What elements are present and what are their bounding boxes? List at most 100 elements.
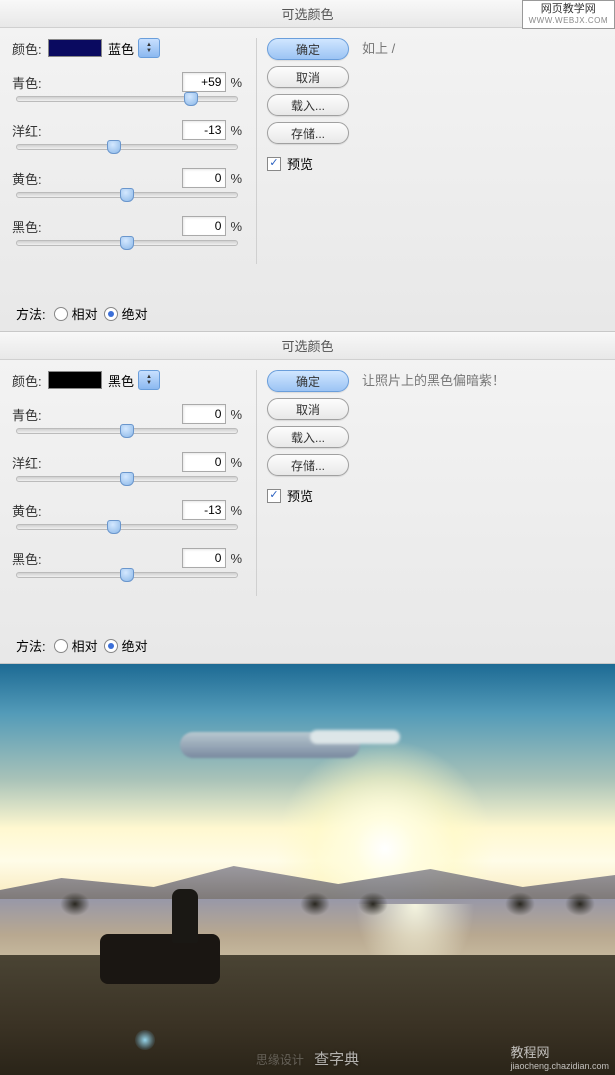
black-label: 黑色: bbox=[12, 549, 42, 568]
load-button[interactable]: 载入... bbox=[267, 426, 349, 448]
color-name: 黑色 bbox=[108, 371, 134, 390]
watermark-badge: 网页教学网 WWW.WEBJX.COM bbox=[522, 0, 615, 29]
magenta-thumb[interactable] bbox=[107, 140, 121, 154]
color-stepper[interactable]: ▲▼ bbox=[138, 38, 160, 58]
save-button[interactable]: 存储... bbox=[267, 122, 349, 144]
tree-shape bbox=[565, 892, 595, 916]
relative-label: 相对 bbox=[72, 304, 98, 323]
ok-button[interactable]: 确定 bbox=[267, 38, 349, 60]
percent-sign: % bbox=[230, 219, 242, 234]
person-silhouette bbox=[172, 889, 198, 943]
tree-shape bbox=[300, 892, 330, 916]
tree-shape bbox=[358, 892, 388, 916]
yellow-thumb[interactable] bbox=[120, 188, 134, 202]
color-label: 颜色: bbox=[12, 371, 48, 390]
black-thumb[interactable] bbox=[120, 568, 134, 582]
color-stepper[interactable]: ▲▼ bbox=[138, 370, 160, 390]
selective-color-panel-2: 可选颜色 让照片上的黑色偏暗紫！ 颜色: 黑色 ▲▼ 青色: % bbox=[0, 332, 615, 664]
yellow-track[interactable] bbox=[16, 192, 238, 198]
color-selector-row: 颜色: 蓝色 ▲▼ bbox=[12, 38, 242, 58]
cyan-track[interactable] bbox=[16, 428, 238, 434]
lens-flare bbox=[135, 1030, 155, 1050]
preview-label: 预览 bbox=[287, 154, 313, 173]
watermark-right: 教程网 jiaocheng.chazidian.com bbox=[510, 1042, 609, 1071]
result-photo: 思缘设计 查字典 教程网 jiaocheng.chazidian.com bbox=[0, 664, 615, 1075]
method-relative[interactable]: 相对 bbox=[54, 304, 98, 323]
radio-icon[interactable] bbox=[54, 639, 68, 653]
tree-shape bbox=[60, 892, 90, 916]
black-slider-group: 黑色: % bbox=[12, 548, 242, 578]
yellow-thumb[interactable] bbox=[107, 520, 121, 534]
color-swatch[interactable] bbox=[48, 371, 102, 389]
black-thumb[interactable] bbox=[120, 236, 134, 250]
wm-faint: 思缘设计 bbox=[256, 1053, 304, 1067]
panel-title: 可选颜色 bbox=[0, 332, 615, 360]
magenta-slider-group: 洋红: % bbox=[12, 452, 242, 482]
method-absolute[interactable]: 绝对 bbox=[104, 636, 148, 655]
watermark-center: 思缘设计 查字典 bbox=[256, 1048, 359, 1069]
preview-label: 预览 bbox=[287, 486, 313, 505]
cyan-thumb[interactable] bbox=[120, 424, 134, 438]
magenta-input[interactable] bbox=[182, 120, 226, 140]
method-label: 方法: bbox=[16, 636, 46, 655]
method-relative[interactable]: 相对 bbox=[54, 636, 98, 655]
cyan-input[interactable] bbox=[182, 72, 226, 92]
black-label: 黑色: bbox=[12, 217, 42, 236]
color-swatch[interactable] bbox=[48, 39, 102, 57]
magenta-label: 洋红: bbox=[12, 121, 42, 140]
save-button[interactable]: 存储... bbox=[267, 454, 349, 476]
color-label: 颜色: bbox=[12, 39, 48, 58]
cancel-button[interactable]: 取消 bbox=[267, 66, 349, 88]
wm-right-main: 教程网 bbox=[510, 1045, 549, 1060]
selective-color-panel-1: 网页教学网 WWW.WEBJX.COM 可选颜色 如上 / 颜色: 蓝色 ▲▼ … bbox=[0, 0, 615, 332]
magenta-input[interactable] bbox=[182, 452, 226, 472]
percent-sign: % bbox=[230, 551, 242, 566]
yellow-input[interactable] bbox=[182, 500, 226, 520]
black-input[interactable] bbox=[182, 216, 226, 236]
color-selector-row: 颜色: 黑色 ▲▼ bbox=[12, 370, 242, 390]
cancel-button[interactable]: 取消 bbox=[267, 398, 349, 420]
watermark-main: 网页教学网 bbox=[529, 3, 608, 16]
black-slider-group: 黑色: % bbox=[12, 216, 242, 246]
radio-icon[interactable] bbox=[54, 307, 68, 321]
load-button[interactable]: 载入... bbox=[267, 94, 349, 116]
magenta-track[interactable] bbox=[16, 476, 238, 482]
method-label: 方法: bbox=[16, 304, 46, 323]
color-name: 蓝色 bbox=[108, 39, 134, 58]
radio-icon[interactable] bbox=[104, 307, 118, 321]
annotation-text: 如上 / bbox=[362, 38, 395, 57]
checkbox-icon[interactable]: ✓ bbox=[267, 157, 281, 171]
cyan-slider-group: 青色: % bbox=[12, 404, 242, 434]
checkbox-icon[interactable]: ✓ bbox=[267, 489, 281, 503]
cyan-slider-group: 青色: % bbox=[12, 72, 242, 102]
radio-icon[interactable] bbox=[104, 639, 118, 653]
magenta-label: 洋红: bbox=[12, 453, 42, 472]
yellow-track[interactable] bbox=[16, 524, 238, 530]
cyan-track[interactable] bbox=[16, 96, 238, 102]
magenta-track[interactable] bbox=[16, 144, 238, 150]
preview-checkbox-row[interactable]: ✓ 预览 bbox=[267, 154, 603, 173]
percent-sign: % bbox=[230, 503, 242, 518]
ok-button[interactable]: 确定 bbox=[267, 370, 349, 392]
percent-sign: % bbox=[230, 171, 242, 186]
cyan-input[interactable] bbox=[182, 404, 226, 424]
cyan-thumb[interactable] bbox=[184, 92, 198, 106]
wm-right-sub: jiaocheng.chazidian.com bbox=[510, 1061, 609, 1071]
method-absolute[interactable]: 绝对 bbox=[104, 304, 148, 323]
tree-shape bbox=[505, 892, 535, 916]
yellow-label: 黄色: bbox=[12, 169, 42, 188]
magenta-thumb[interactable] bbox=[120, 472, 134, 486]
watermark-sub: WWW.WEBJX.COM bbox=[529, 16, 608, 26]
yellow-input[interactable] bbox=[182, 168, 226, 188]
black-track[interactable] bbox=[16, 572, 238, 578]
wm-main: 查字典 bbox=[314, 1051, 359, 1068]
absolute-label: 绝对 bbox=[122, 636, 148, 655]
black-track[interactable] bbox=[16, 240, 238, 246]
cyan-label: 青色: bbox=[12, 405, 42, 424]
percent-sign: % bbox=[230, 123, 242, 138]
black-input[interactable] bbox=[182, 548, 226, 568]
yellow-slider-group: 黄色: % bbox=[12, 500, 242, 530]
preview-checkbox-row[interactable]: ✓ 预览 bbox=[267, 486, 603, 505]
yellow-slider-group: 黄色: % bbox=[12, 168, 242, 198]
relative-label: 相对 bbox=[72, 636, 98, 655]
